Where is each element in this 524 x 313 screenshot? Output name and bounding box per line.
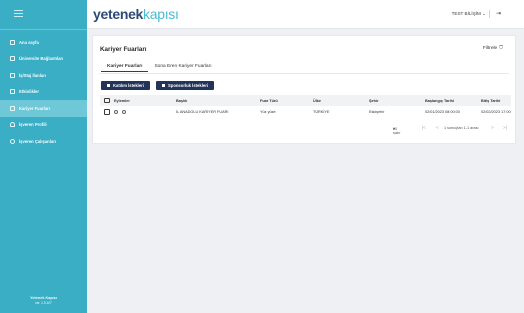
logo-part-1: yetenek <box>93 6 144 22</box>
career-fairs-card: Kariyer Fuarları Filtrele ⛉ Kariyer Fuarl… <box>92 35 516 144</box>
table-header-row: Eylemler Başlık Fuar Türü Ülke Şehir Baş… <box>100 95 511 106</box>
participation-requests-button[interactable]: Katılım İstekleri <box>101 81 150 90</box>
logo[interactable]: yetenekkapısı <box>93 6 179 22</box>
page-range: 1 sonuçtan 1-1 arası <box>444 126 479 130</box>
user-menu[interactable]: TEST BİLİŞİM ⌄ <box>452 11 486 17</box>
column-header-start-date[interactable]: Başlangıç Tarihi <box>425 95 481 106</box>
sidebar-item-label: İşveren Çalışanları <box>19 138 57 144</box>
hamburger-menu-icon[interactable] <box>14 10 23 17</box>
sidebar-item-label: İşveren Profili <box>19 122 47 128</box>
tab-ended-career-fairs[interactable]: Sona Eren Kariyer Fuarları <box>148 64 217 72</box>
top-bar: yetenekkapısı TEST BİLİŞİM ⌄ ⇥ <box>87 0 524 29</box>
button-label: Sponsorluk İstekleri <box>167 83 208 88</box>
cell-end-date: 02/02/2023 17:00:00 <box>481 110 511 114</box>
divider <box>489 10 490 18</box>
sidebar-divider <box>0 29 87 30</box>
cell-start-date: 02/01/2023 08:00:00 <box>425 110 460 114</box>
column-header-actions: Eylemler <box>114 98 130 103</box>
column-header-country[interactable]: Ülke <box>313 95 369 106</box>
table-row[interactable]: İL ANADOLU KARİYER FUARI Yüz yüze TÜRKİY… <box>100 106 511 118</box>
sidebar-item-label: Kariyer Fuarları <box>19 105 50 111</box>
home-icon <box>10 39 15 45</box>
footer-brand: Yetenek Kapısı <box>30 296 57 300</box>
sidebar-item-label: İş/Staj İlanları <box>19 72 46 78</box>
sidebar-item-employer-profile[interactable]: İşveren Profili <box>0 117 87 134</box>
tab-career-fairs[interactable]: Kariyer Fuarları <box>101 64 149 72</box>
calendar-icon <box>10 105 15 111</box>
column-header-end-date[interactable]: Bitiş Tarihi <box>481 95 511 106</box>
user-icon <box>10 122 15 128</box>
sidebar-item-employer-staff[interactable]: İşveren Çalışanları <box>0 133 87 150</box>
column-header-fair-type[interactable]: Fuar Türü <box>260 95 313 106</box>
square-icon <box>161 84 165 87</box>
column-header-title[interactable]: Başlık <box>176 95 260 106</box>
building-icon <box>10 56 15 62</box>
first-page-icon[interactable]: |< <box>422 125 426 130</box>
sponsorship-requests-button[interactable]: Sponsorluk İstekleri <box>155 81 214 90</box>
footer-version: ver. 1.5.107 <box>35 301 52 305</box>
sidebar-item-university-connections[interactable]: Üniversite Bağlantıları <box>0 51 87 68</box>
briefcase-icon <box>10 72 15 78</box>
square-icon <box>107 84 110 87</box>
action-buttons: Katılım İstekleri Sponsorluk İstekleri <box>101 81 214 90</box>
sidebar: Ana sayfa Üniversite Bağlantıları İş/Sta… <box>0 0 87 313</box>
cell-city: Eskişehir <box>369 110 385 114</box>
sidebar-item-job-postings[interactable]: İş/Staj İlanları <box>0 67 87 84</box>
cell-fair-type: Yüz yüze <box>260 110 276 114</box>
button-label: Katılım İstekleri <box>113 83 144 88</box>
sidebar-item-home[interactable]: Ana sayfa <box>0 34 87 51</box>
calendar-icon <box>10 89 15 95</box>
row-checkbox[interactable] <box>104 109 110 115</box>
sidebar-item-label: Etkinlikler <box>19 89 40 95</box>
pagination: 20 satır ▾ |< < 1 sonuçtan 1-1 arası > >… <box>393 125 513 135</box>
page-title: Kariyer Fuarları <box>100 46 147 53</box>
settings-icon[interactable] <box>122 110 126 114</box>
last-page-icon[interactable]: >| <box>503 125 507 130</box>
column-header-city[interactable]: Şehir <box>369 95 425 106</box>
filter-button[interactable]: Filtrele ⛉ <box>483 45 503 51</box>
prev-page-icon[interactable]: < <box>436 125 439 130</box>
sidebar-item-label: Ana sayfa <box>19 39 39 45</box>
filter-icon: ⛉ <box>499 45 503 51</box>
select-all-checkbox[interactable] <box>104 97 110 104</box>
view-icon[interactable] <box>114 110 118 114</box>
sidebar-item-label: Üniversite Bağlantıları <box>19 56 64 62</box>
cell-title: İL ANADOLU KARİYER FUARI <box>176 110 229 114</box>
filter-label: Filtrele <box>482 46 498 51</box>
sidebar-item-career-fairs[interactable]: Kariyer Fuarları <box>0 100 87 117</box>
career-fairs-table: Eylemler Başlık Fuar Türü Ülke Şehir Baş… <box>100 95 511 118</box>
next-page-icon[interactable]: > <box>491 125 494 130</box>
sidebar-nav: Ana sayfa Üniversite Bağlantıları İş/Sta… <box>0 34 87 150</box>
users-icon <box>10 138 15 144</box>
sidebar-item-events[interactable]: Etkinlikler <box>0 84 87 101</box>
cell-country: TÜRKİYE <box>313 110 330 114</box>
logout-icon[interactable]: ⇥ <box>496 10 506 18</box>
tabs-underline <box>99 73 509 74</box>
rows-per-page-value: 20 satır <box>393 127 401 135</box>
sidebar-footer: Yetenek Kapısı ver. 1.5.107 <box>0 296 87 305</box>
rows-per-page-select[interactable]: 20 satır ▾ <box>393 126 400 135</box>
logo-part-2: kapısı <box>143 6 179 22</box>
